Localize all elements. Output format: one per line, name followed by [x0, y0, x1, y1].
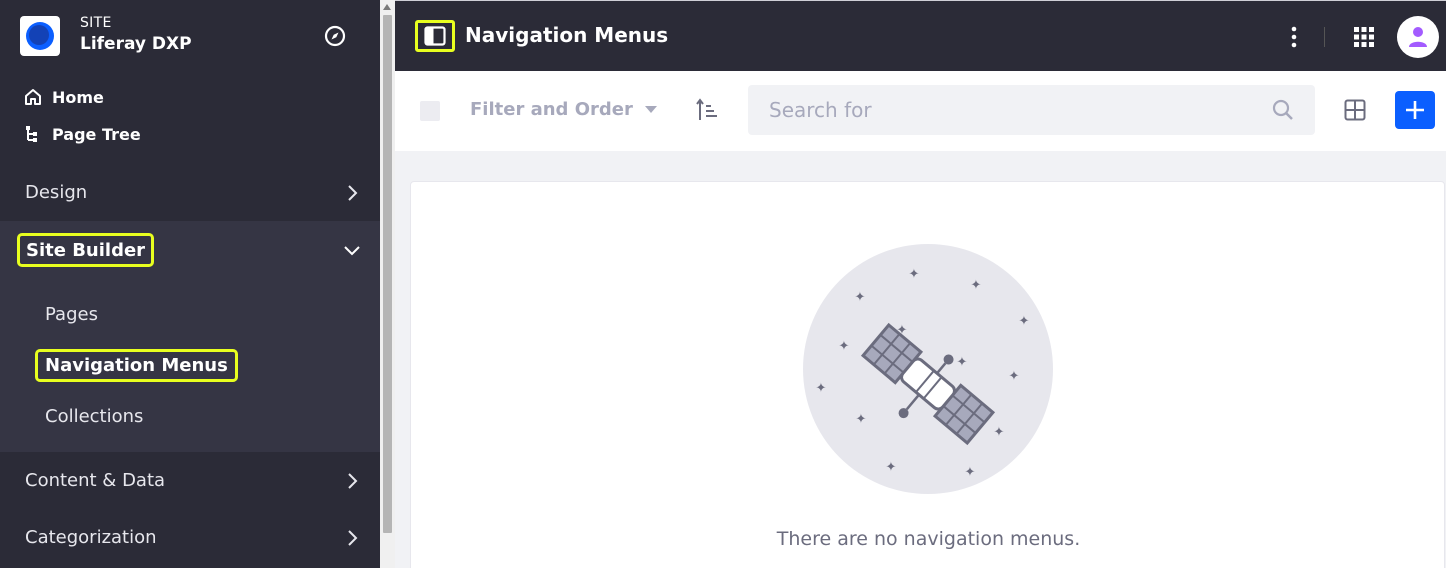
svg-text:✦: ✦ [957, 355, 968, 370]
sidebar-toggle-button[interactable] [415, 20, 455, 52]
chevron-right-icon [348, 530, 358, 546]
sidebar-item-collections[interactable]: Collections [45, 406, 143, 427]
svg-text:✦: ✦ [839, 339, 850, 354]
kebab-menu-icon[interactable] [1287, 26, 1301, 48]
add-button[interactable] [1395, 91, 1435, 129]
user-icon [1409, 27, 1427, 47]
control-menu: Navigation Menus [395, 0, 1446, 71]
scroll-up-arrow-icon[interactable] [383, 4, 391, 10]
svg-text:✦: ✦ [886, 460, 897, 475]
display-style-grid-icon[interactable] [1344, 99, 1366, 121]
sidebar-section-design[interactable]: Design [0, 164, 380, 221]
svg-text:✦: ✦ [1019, 314, 1030, 329]
compass-icon[interactable] [324, 25, 346, 47]
sidebar-item-pages[interactable]: Pages [45, 304, 98, 325]
sidebar-item-page-tree[interactable]: Page Tree [24, 120, 141, 148]
apps-grid-icon[interactable] [1353, 26, 1375, 48]
section-label-site-builder[interactable]: Site Builder [16, 233, 155, 267]
sidebar-section-content-data[interactable]: Content & Data [0, 452, 380, 509]
management-toolbar: Filter and Order [395, 71, 1446, 151]
svg-text:✦: ✦ [1009, 369, 1020, 384]
svg-text:✦: ✦ [856, 412, 867, 427]
user-avatar[interactable] [1397, 16, 1439, 58]
product-menu-sidebar: SITE Liferay DXP Home Page Tree Design S… [0, 0, 380, 568]
sort-order-icon[interactable] [695, 98, 719, 122]
side-panel-icon [424, 26, 446, 46]
search-input[interactable] [748, 85, 1268, 135]
site-name: Liferay DXP [80, 34, 192, 54]
svg-text:✦: ✦ [994, 425, 1005, 440]
search-icon[interactable] [1272, 99, 1294, 121]
sidebar-item-navigation-menus[interactable]: Navigation Menus [35, 349, 238, 382]
svg-text:✦: ✦ [816, 381, 827, 396]
sidebar-scrollbar[interactable] [380, 0, 395, 568]
plus-icon [1406, 101, 1424, 119]
page-tree-icon [26, 126, 37, 142]
sidebar-item-label: Home [52, 87, 104, 107]
caret-down-icon [644, 106, 657, 113]
svg-text:✦: ✦ [855, 290, 866, 305]
filter-and-order-dropdown[interactable]: Filter and Order [470, 99, 657, 120]
section-label: Categorization [25, 527, 157, 548]
section-label: Design [25, 182, 88, 203]
empty-state-card: ✦ ✦ ✦ ✦ ✦ ✦ ✦ ✦ ✦ ✦ ✦ ✦ ✦ There are no navigatio… [410, 181, 1445, 568]
filter-label: Filter and Order [470, 99, 633, 120]
search-bar [748, 85, 1315, 135]
satellite-empty-state-image: ✦✦✦ ✦✦✦ ✦✦✦ ✦✦✦ ✦ [803, 244, 1053, 494]
chevron-right-icon [348, 185, 358, 201]
sidebar-item-label: Page Tree [52, 124, 141, 144]
empty-state-message: There are no navigation menus. [776, 528, 1081, 550]
chevron-right-icon [348, 473, 358, 489]
page-title: Navigation Menus [465, 23, 669, 47]
chevron-down-icon [344, 246, 360, 256]
home-icon [25, 89, 41, 105]
svg-text:✦: ✦ [965, 465, 976, 480]
site-header: SITE Liferay DXP [0, 0, 380, 72]
svg-text:✦: ✦ [971, 278, 982, 293]
select-all-checkbox[interactable] [420, 101, 440, 121]
site-logo[interactable] [20, 16, 60, 56]
scrollbar-thumb[interactable] [383, 15, 392, 533]
section-label: Content & Data [25, 470, 166, 491]
sidebar-section-categorization[interactable]: Categorization [0, 509, 380, 566]
site-label: SITE [80, 15, 112, 31]
sidebar-item-home[interactable]: Home [24, 83, 104, 111]
header-divider [1324, 27, 1325, 47]
svg-text:✦: ✦ [909, 267, 920, 282]
